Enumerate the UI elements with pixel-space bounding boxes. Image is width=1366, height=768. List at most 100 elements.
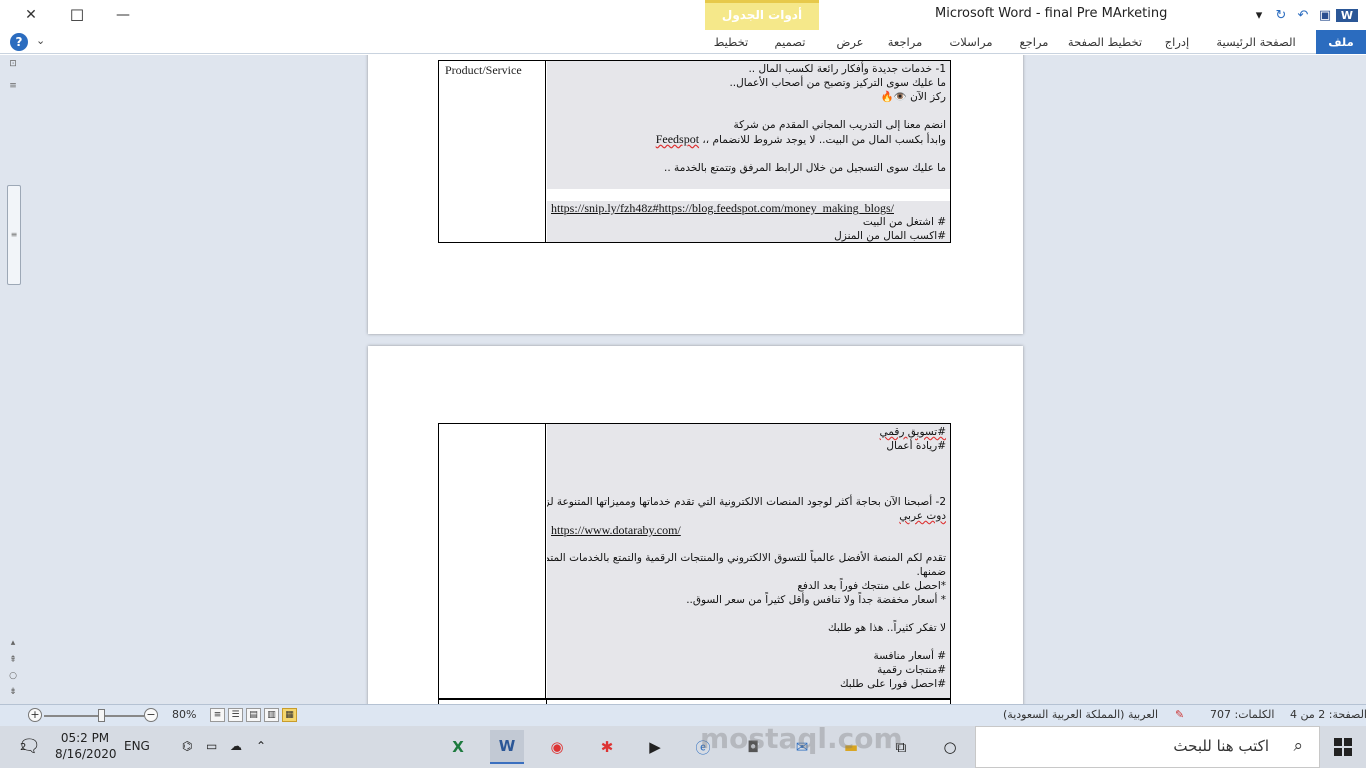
paint-app-icon[interactable]: ✱ bbox=[590, 730, 624, 764]
text-line: #تسويق رقمي bbox=[879, 426, 946, 438]
tab-design[interactable]: تصميم bbox=[765, 30, 815, 54]
document-page-2: #تسويق رقمي #ريادة أعمال 2- أصبحنا الآن … bbox=[368, 346, 1023, 704]
zoom-slider[interactable] bbox=[44, 715, 144, 717]
document-page-1: Product/Service 1- خدمات جديدة وأفكار را… bbox=[368, 55, 1023, 334]
cortana-icon[interactable]: ○ bbox=[933, 730, 967, 764]
show-hidden-icons-icon[interactable]: ⌃ bbox=[256, 739, 266, 753]
next-page-icon[interactable]: ⇟ bbox=[8, 687, 18, 697]
ruler-mark-icon: ≡ bbox=[9, 81, 17, 91]
minimize-ribbon-icon[interactable]: ⌄ bbox=[36, 34, 45, 47]
vertical-scrollbar-thumb[interactable]: ≡ bbox=[7, 185, 21, 285]
onedrive-icon[interactable]: ☁ bbox=[230, 739, 242, 753]
text-line: *احصل على منتجك فوراً بعد الدفع bbox=[797, 580, 946, 592]
search-placeholder: اكتب هنا للبحث bbox=[1173, 737, 1269, 755]
taskbar-search[interactable]: اكتب هنا للبحث ⌕ bbox=[975, 726, 1320, 768]
redo-icon[interactable]: ↻ bbox=[1270, 8, 1292, 23]
feedspot-word: Feedspot bbox=[655, 132, 700, 146]
text-line: # أسعار منافسة bbox=[873, 650, 946, 662]
text-line: 2- أصبحنا الآن بحاجة أكثر لوجود المنصات … bbox=[547, 496, 946, 508]
date: 8/16/2020 bbox=[55, 747, 117, 761]
restore-button[interactable]: ☐ bbox=[54, 0, 100, 30]
page-number[interactable]: الصفحة: 2 من 4 bbox=[1290, 708, 1366, 721]
help-icon[interactable]: ? bbox=[10, 33, 28, 51]
zoom-slider-thumb[interactable] bbox=[98, 709, 105, 722]
table-label-cell: Product/Service bbox=[439, 61, 546, 242]
text-line: #احصل فورا على طلبك bbox=[839, 678, 946, 690]
minimize-button[interactable]: — bbox=[100, 0, 146, 30]
zoom-level[interactable]: 80% bbox=[172, 708, 196, 721]
close-button[interactable]: ✕ bbox=[8, 0, 54, 30]
view-full-screen-reading-icon[interactable]: ▥ bbox=[264, 708, 279, 722]
search-icon: ⌕ bbox=[1293, 736, 1303, 756]
document-area: ⊡ ≡ ≡ ▴ ⇞ ○ ⇟ Product/Service 1- خدمات ج… bbox=[0, 55, 1366, 704]
input-language[interactable]: ENG bbox=[124, 739, 150, 753]
customize-qat-icon[interactable]: ▾ bbox=[1248, 8, 1270, 23]
table-label-cell bbox=[439, 424, 546, 698]
text-line: وابدأ بكسب المال من البيت.. لا يوجد شروط… bbox=[655, 132, 946, 146]
table-content-cell[interactable]: #تسويق رقمي #ريادة أعمال 2- أصبحنا الآن … bbox=[547, 424, 950, 698]
dotaraby-link[interactable]: https://www.dotaraby.com/ bbox=[551, 523, 946, 537]
word-logo-icon: W bbox=[1336, 8, 1358, 22]
view-outline-icon[interactable]: ☰ bbox=[228, 708, 243, 722]
text-line: # اشتغل من البيت bbox=[862, 216, 946, 228]
tab-review[interactable]: مراجعة bbox=[880, 30, 930, 54]
text-line: * أسعار مخفضة جداً ولا تنافس وأقل كثيراً… bbox=[686, 594, 946, 606]
word-count[interactable]: الكلمات: 707 bbox=[1210, 708, 1274, 721]
vertical-ruler: ⊡ ≡ ≡ ▴ ⇞ ○ ⇟ bbox=[0, 55, 26, 704]
quick-access-toolbar: ▾ ↻ ↶ ▣ W bbox=[1248, 4, 1358, 26]
zoom-in-button[interactable]: + bbox=[28, 708, 42, 722]
title-bar: ✕ ☐ — أدوات الجدول Microsoft Word - fina… bbox=[0, 0, 1366, 30]
status-bar: + − 80% ≡ ☰ ▤ ▥ ▦ العربية (المملكة العرب… bbox=[0, 704, 1366, 726]
zoom-out-button[interactable]: − bbox=[144, 708, 158, 722]
content-table-1: Product/Service 1- خدمات جديدة وأفكار را… bbox=[438, 60, 951, 243]
battery-icon[interactable]: ▭ bbox=[206, 739, 217, 753]
tab-references[interactable]: مراجع bbox=[1012, 30, 1056, 54]
text-line: #منتجات رقمية bbox=[877, 664, 946, 676]
tab-layout[interactable]: تخطيط bbox=[706, 30, 756, 54]
text-line: #ريادة أعمال bbox=[886, 440, 946, 452]
tab-mailings[interactable]: مراسلات bbox=[940, 30, 1002, 54]
tab-view[interactable]: عرض bbox=[830, 30, 870, 54]
text-line: ركز الآن 👁️🔥 bbox=[880, 91, 946, 103]
table-content-cell[interactable]: 1- خدمات جديدة وأفكار رائعة لكسب المال .… bbox=[547, 61, 950, 242]
text-line: دوت عربي bbox=[899, 510, 946, 522]
select-browse-object-icon[interactable]: ○ bbox=[8, 671, 18, 681]
save-icon[interactable]: ▣ bbox=[1314, 8, 1336, 23]
windows-logo-icon bbox=[1334, 738, 1352, 756]
tab-page-layout[interactable]: تخطيط الصفحة bbox=[1066, 30, 1144, 54]
scroll-up-icon[interactable]: ▴ bbox=[8, 638, 18, 648]
text-line: ضمنها. bbox=[916, 566, 946, 578]
clock[interactable]: 05:2 PM 8/16/2020 bbox=[55, 730, 117, 762]
ribbon-tabs: ? ⌄ تخطيط تصميم عرض مراجعة مراسلات مراجع… bbox=[0, 30, 1366, 54]
chrome-icon[interactable]: ◉ bbox=[540, 730, 574, 764]
view-web-layout-icon[interactable]: ▤ bbox=[246, 708, 261, 722]
ruler-tab-selector-icon[interactable]: ⊡ bbox=[8, 59, 18, 69]
tab-insert[interactable]: إدراج bbox=[1154, 30, 1200, 54]
product-service-label: Product/Service bbox=[445, 63, 522, 77]
proofing-icon[interactable]: ✎ bbox=[1175, 708, 1184, 721]
text-line: انضم معنا إلى التدريب المجاني المقدم من … bbox=[733, 119, 946, 131]
taskbar: 🗨 2 05:2 PM 8/16/2020 ENG ⌬ ▭ ☁ ⌃ X W ◉ ✱… bbox=[0, 726, 1366, 768]
excel-icon[interactable]: X bbox=[441, 730, 475, 764]
text-line: ما عليك سوى التركيز وتصبح من أصحاب الأعم… bbox=[729, 77, 946, 89]
text-line: 1- خدمات جديدة وأفكار رائعة لكسب المال .… bbox=[748, 63, 946, 75]
word-icon[interactable]: W bbox=[490, 730, 524, 764]
notification-center-icon[interactable]: 🗨 2 bbox=[18, 736, 41, 757]
text-line: ما عليك سوى التسجيل من خلال الرابط المرف… bbox=[664, 162, 946, 174]
text-line: #اكسب المال من المنزل bbox=[834, 230, 946, 242]
text-line: لا تفكر كثيراً.. هذا هو طلبك bbox=[827, 622, 946, 634]
media-app-icon[interactable]: ▶ bbox=[638, 730, 672, 764]
view-print-layout-icon[interactable]: ▦ bbox=[282, 708, 297, 722]
feedspot-link[interactable]: https://snip.ly/fzh48z#https://blog.feed… bbox=[551, 201, 946, 215]
watermark: mostaql.com bbox=[700, 722, 903, 755]
language-indicator[interactable]: العربية (المملكة العربية السعودية) bbox=[1003, 708, 1158, 721]
undo-icon[interactable]: ↶ bbox=[1292, 8, 1314, 23]
content-table-2: #تسويق رقمي #ريادة أعمال 2- أصبحنا الآن … bbox=[438, 423, 951, 699]
view-draft-icon[interactable]: ≡ bbox=[210, 708, 225, 722]
tab-home[interactable]: الصفحة الرئيسية bbox=[1208, 30, 1304, 54]
tab-file[interactable]: ملف bbox=[1316, 30, 1366, 54]
network-icon[interactable]: ⌬ bbox=[182, 739, 192, 753]
table-tools-group: أدوات الجدول bbox=[705, 0, 819, 30]
start-button[interactable] bbox=[1320, 726, 1366, 768]
previous-page-icon[interactable]: ⇞ bbox=[8, 655, 18, 665]
